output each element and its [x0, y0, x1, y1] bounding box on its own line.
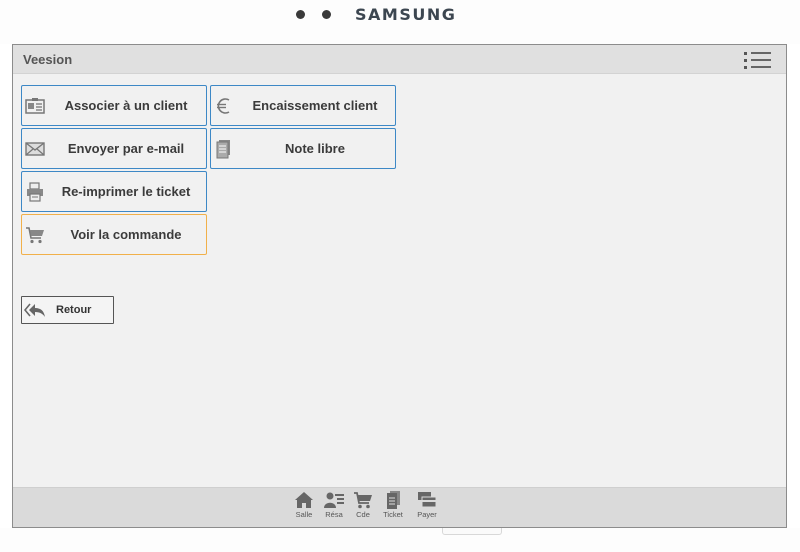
device-brand: SAMSUNG [355, 5, 457, 24]
nav-payer[interactable]: Payer [410, 488, 444, 526]
note-icon [214, 139, 234, 159]
view-order-label: Voir la commande [70, 227, 182, 242]
associate-client-label: Associer à un client [64, 98, 188, 113]
device-bezel-top: SAMSUNG [0, 0, 800, 44]
ticket-icon [387, 491, 400, 509]
device-bezel-bottom [0, 528, 800, 552]
client-payment-label: Encaissement client [252, 98, 378, 113]
reprint-ticket-label: Re-imprimer le ticket [61, 184, 191, 199]
title-bar: Veesion [13, 45, 786, 74]
send-email-button[interactable]: Envoyer par e-mail [21, 128, 207, 169]
app-title: Veesion [23, 52, 73, 67]
send-email-label: Envoyer par e-mail [67, 141, 185, 156]
back-button[interactable]: Retour [21, 296, 114, 324]
nav-salle[interactable]: Salle [287, 488, 321, 526]
printer-icon [25, 182, 45, 202]
nav-ticket[interactable]: Ticket [376, 488, 410, 526]
associate-client-button[interactable]: Associer à un client [21, 85, 207, 126]
nav-cde[interactable]: Cde [346, 488, 380, 526]
free-note-button[interactable]: Note libre [210, 128, 396, 169]
nav-cde-label: Cde [356, 510, 370, 519]
reservation-icon [324, 492, 344, 508]
hamburger-menu-icon[interactable] [744, 50, 772, 70]
nav-payer-label: Payer [417, 510, 437, 519]
euro-icon [214, 96, 234, 116]
envelope-icon [25, 139, 45, 159]
bottom-nav-bar: Salle Résa Cde Ticket Payer [13, 487, 786, 527]
back-label: Retour [56, 304, 92, 316]
sensor-icon [322, 10, 331, 19]
nav-ticket-label: Ticket [383, 510, 403, 519]
view-order-button[interactable]: Voir la commande [21, 214, 207, 255]
cart-icon [354, 492, 372, 509]
cart-icon [25, 225, 45, 245]
contact-card-icon [25, 96, 45, 116]
nav-salle-label: Salle [295, 510, 313, 519]
reprint-ticket-button[interactable]: Re-imprimer le ticket [21, 171, 207, 212]
home-icon [295, 492, 313, 508]
client-payment-button[interactable]: Encaissement client [210, 85, 396, 126]
payment-icon [418, 492, 437, 508]
free-note-label: Note libre [285, 141, 345, 156]
app-screen: Veesion Associer à un client Encaissemen… [12, 44, 787, 528]
reply-all-icon [23, 302, 46, 318]
camera-icon [296, 10, 305, 19]
device-home-key[interactable] [442, 528, 502, 535]
